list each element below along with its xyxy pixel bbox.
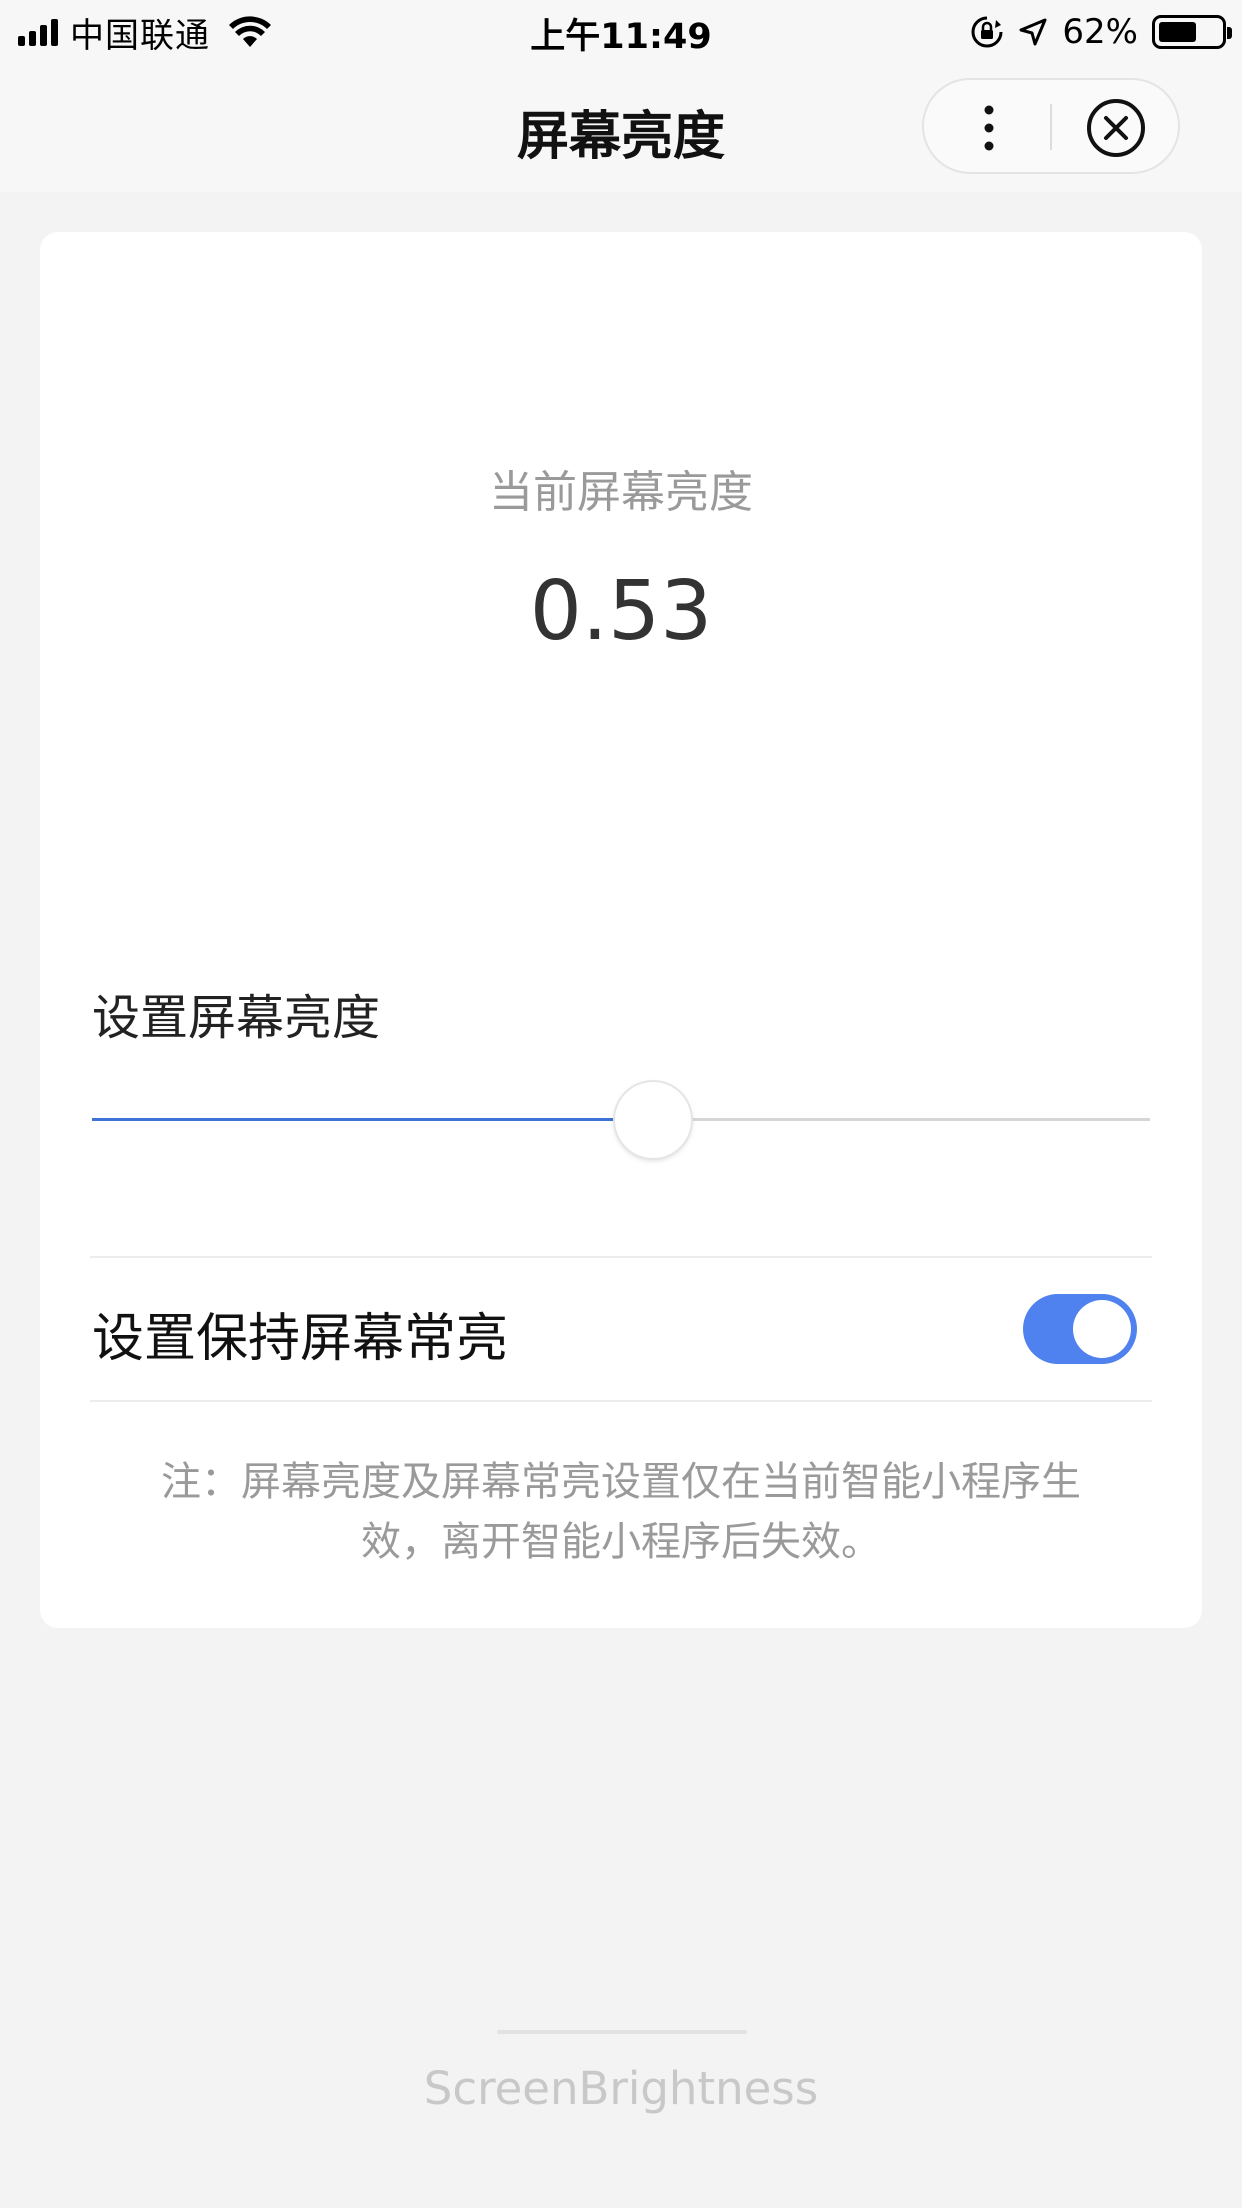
battery-percent: 62% (1062, 12, 1138, 52)
brightness-slider[interactable] (92, 1080, 1150, 1160)
close-icon[interactable] (1086, 98, 1146, 158)
screen: 中国联通 上午11:49 62% 屏幕亮度 当前屏幕亮度 0.53 设置屏幕亮度… (0, 0, 1242, 2208)
nav-bar: 屏幕亮度 (0, 62, 1242, 192)
capsule-divider (1050, 104, 1052, 150)
note-line-1: 注：屏幕亮度及屏幕常亮设置仅在当前智能小程序生 (161, 1459, 1081, 1505)
current-brightness-value: 0.53 (529, 564, 713, 659)
slider-fill (92, 1118, 653, 1121)
divider (90, 1256, 1152, 1258)
switch-knob (1073, 1300, 1131, 1358)
divider (90, 1400, 1152, 1402)
location-icon (1019, 18, 1047, 46)
status-bar: 中国联通 上午11:49 62% (0, 0, 1242, 62)
brightness-card: 当前屏幕亮度 0.53 设置屏幕亮度 设置保持屏幕常亮 注：屏幕亮度及屏幕常亮设… (40, 232, 1202, 1628)
current-brightness-label: 当前屏幕亮度 (489, 467, 753, 518)
status-right: 62% (970, 10, 1232, 54)
mini-program-capsule (922, 78, 1180, 174)
note-line-2: 效，离开智能小程序后失效。 (361, 1519, 881, 1565)
orientation-lock-icon (971, 16, 1003, 48)
keep-screen-on-label: 设置保持屏幕常亮 (92, 1309, 509, 1369)
battery-icon (1152, 15, 1232, 49)
footer-divider (497, 2030, 747, 2034)
slider-thumb[interactable] (614, 1082, 691, 1158)
footer-app-name: ScreenBrightness (423, 2062, 819, 2115)
set-brightness-label: 设置屏幕亮度 (92, 990, 381, 1046)
battery-fill (1159, 22, 1197, 42)
note-text: 注：屏幕亮度及屏幕常亮设置仅在当前智能小程序生 效，离开智能小程序后失效。 (100, 1452, 1142, 1572)
more-icon[interactable] (970, 102, 1008, 154)
keep-screen-on-switch[interactable] (1023, 1294, 1137, 1364)
